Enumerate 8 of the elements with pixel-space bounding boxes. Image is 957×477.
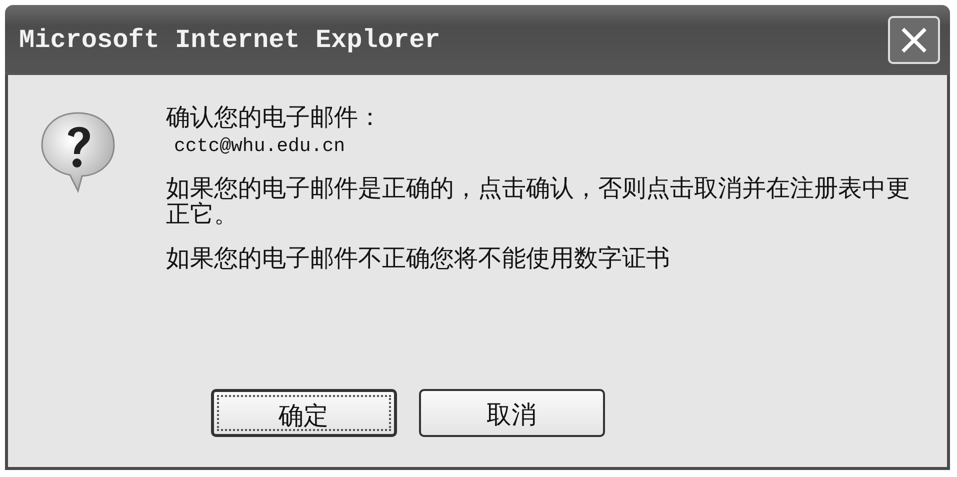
- message-heading: 确认您的电子邮件：: [166, 103, 383, 131]
- dialog-button[interactable]: 确定: [210, 389, 396, 437]
- window-title: Microsoft Internet Explorer: [19, 25, 440, 55]
- message-paragraph: 如果您的电子邮件不正确您将不能使用数字证书: [166, 245, 671, 271]
- message-paragraph: 如果您的电子邮件是正确的，点击确认，否则点击取消并在注册表中更正它。: [166, 175, 911, 227]
- close-button[interactable]: ×: [888, 16, 940, 64]
- email-address: cctc@whu.edu.cn: [174, 135, 346, 157]
- dialog-button[interactable]: 取消: [418, 389, 604, 437]
